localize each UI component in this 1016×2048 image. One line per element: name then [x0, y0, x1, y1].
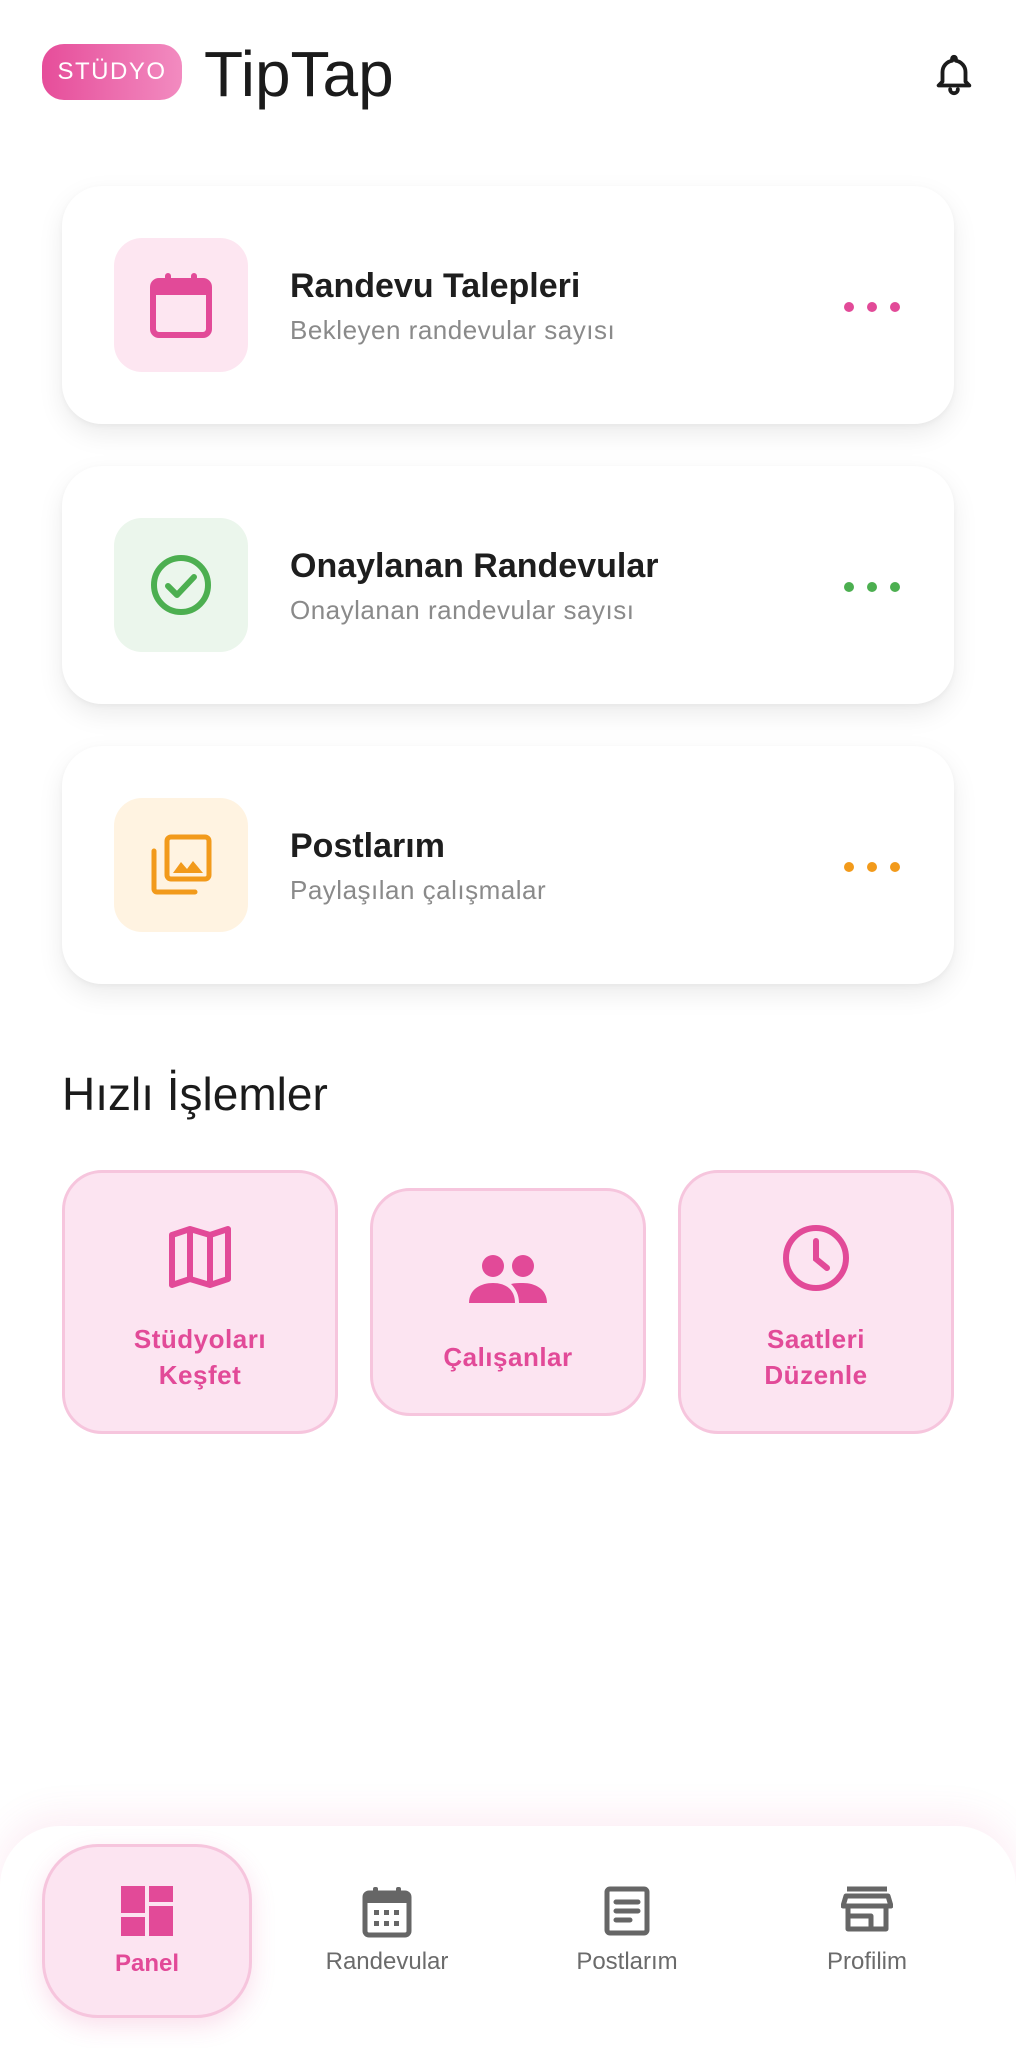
explore-studios-button[interactable]: Stüdyoları Keşfet: [62, 1170, 338, 1434]
nav-label: Randevular: [325, 1948, 449, 1975]
nav-label: Profilim: [826, 1948, 907, 1975]
approved-appointments-card[interactable]: Onaylanan Randevular Onaylanan randevula…: [62, 466, 954, 704]
qa-label-line1: Çalışanlar: [443, 1342, 573, 1372]
photo-library-icon: [114, 798, 248, 932]
more-icon[interactable]: [844, 300, 900, 314]
app-title: TipTap: [204, 38, 394, 110]
card-subtitle: Onaylanan randevular sayısı: [290, 595, 635, 625]
employees-button[interactable]: Çalışanlar: [370, 1188, 646, 1416]
clock-icon: [681, 1223, 951, 1293]
calendar-month-icon: [292, 1886, 482, 1938]
nav-label: Panel: [114, 1950, 180, 1977]
card-title: Randevu Talepleri: [290, 267, 581, 305]
qa-label-line1: Saatleri: [767, 1324, 865, 1354]
nav-item-profile[interactable]: Profilim: [772, 1826, 962, 2048]
quick-actions-title: Hızlı İşlemler: [62, 1068, 328, 1120]
qa-label-line2: Keşfet: [158, 1360, 242, 1390]
store-icon: [772, 1886, 962, 1932]
nav-item-posts[interactable]: Postlarım: [532, 1826, 722, 2048]
more-icon[interactable]: [844, 580, 900, 594]
card-subtitle: Bekleyen randevular sayısı: [290, 315, 616, 345]
edit-hours-button[interactable]: Saatleri Düzenle: [678, 1170, 954, 1434]
qa-label-line1: Stüdyoları: [133, 1324, 267, 1354]
dashboard-icon: [42, 1886, 252, 1936]
nav-item-appointments[interactable]: Randevular: [292, 1826, 482, 2048]
bell-icon[interactable]: [926, 44, 982, 104]
nav-label: Postlarım: [576, 1948, 678, 1975]
map-icon: [65, 1225, 335, 1289]
studio-dashboard: STÜDYO TipTap Randevu Talepleri Bekleyen…: [0, 0, 1016, 2048]
card-title: Postlarım: [290, 827, 445, 865]
people-icon: [373, 1253, 643, 1307]
check-circle-icon: [114, 518, 248, 652]
card-title: Onaylanan Randevular: [290, 547, 659, 585]
bottom-navigation: Panel Randevular Postlarım Profilim: [0, 1826, 1016, 2048]
card-subtitle: Paylaşılan çalışmalar: [290, 875, 547, 905]
app-header: STÜDYO TipTap: [0, 0, 1016, 150]
calendar-icon: [114, 238, 248, 372]
nav-item-panel[interactable]: Panel: [42, 1826, 252, 2048]
my-posts-card[interactable]: Postlarım Paylaşılan çalışmalar: [62, 746, 954, 984]
qa-label-line2: Düzenle: [764, 1360, 868, 1390]
appointment-requests-card[interactable]: Randevu Talepleri Bekleyen randevular sa…: [62, 186, 954, 424]
article-icon: [532, 1886, 722, 1936]
more-icon[interactable]: [844, 860, 900, 874]
studio-badge: STÜDYO: [42, 44, 182, 100]
